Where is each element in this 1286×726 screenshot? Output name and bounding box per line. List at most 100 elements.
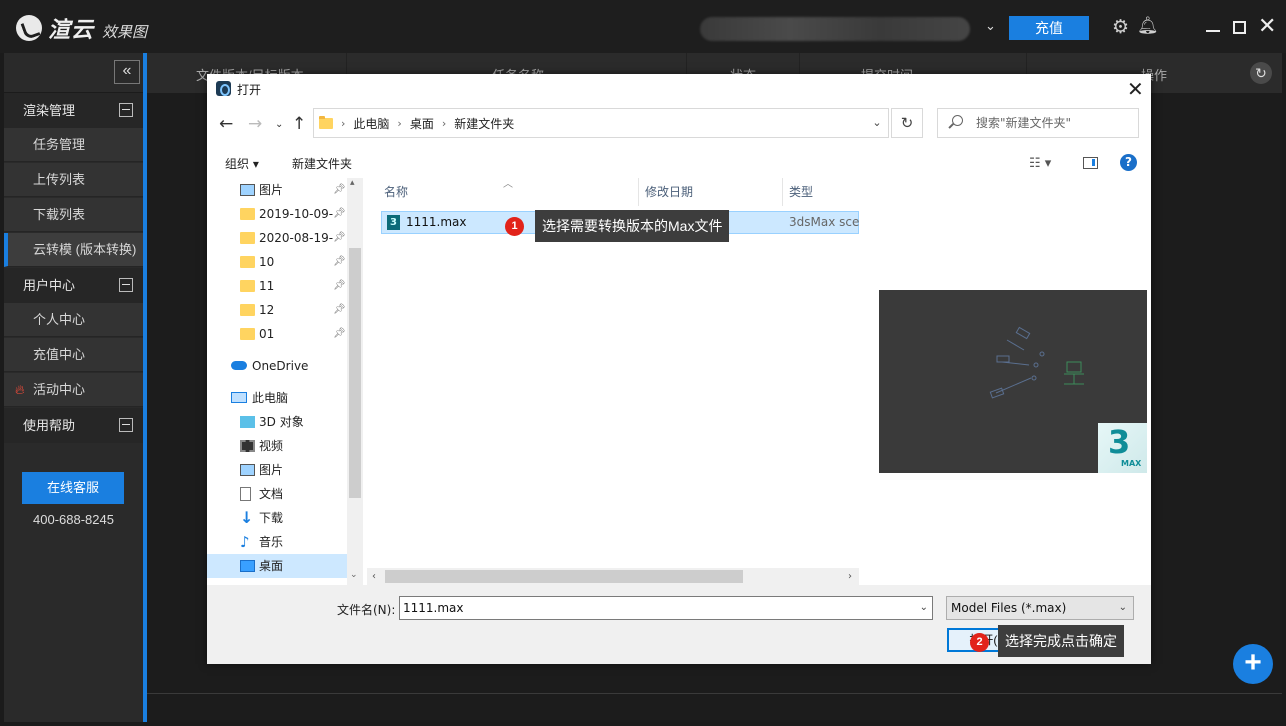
scrollbar-thumb[interactable] [349,248,361,498]
refresh-icon[interactable]: ↻ [1250,62,1272,84]
column-header-name[interactable]: 名称 [384,178,408,206]
tree-item-3d-objects[interactable]: 3D 对象 [207,410,347,434]
scroll-right-icon[interactable]: › [848,568,852,585]
sidebar-item-uploads[interactable]: 上传列表 [4,163,143,197]
back-arrow-icon[interactable]: ← [219,114,233,134]
tree-item-desktop[interactable]: 桌面 [207,554,347,578]
tree-item-folder[interactable]: 2020-08-19- 📌︎ [207,226,347,250]
preview-pane-icon[interactable] [1083,157,1098,169]
cloud-icon [231,361,247,370]
music-note-icon: ♪ [240,533,250,551]
tree-item-label: 10 [259,255,275,269]
collapse-group-icon[interactable] [119,278,133,292]
column-header-modified[interactable]: 修改日期 [645,178,693,206]
3dsmax-logo-icon: 3 MAX [1098,423,1147,473]
online-service-button[interactable]: 在线客服 [22,472,124,504]
address-bar[interactable]: › 此电脑 › 桌面 › 新建文件夹 ⌄ [313,108,889,138]
filename-input[interactable]: 1111.max ⌄ [399,596,933,620]
tree-item-videos[interactable]: 视频 [207,434,347,458]
tree-item-label: 图片 [259,463,284,477]
gear-icon[interactable]: ⚙ [1112,16,1129,39]
tree-item-folder[interactable]: 11 📌︎ [207,274,347,298]
sidebar: « 渲染管理 任务管理 上传列表 下载列表 云转模 (版本转换) 用户中心 个人… [4,53,143,722]
chevron-down-icon[interactable]: ⌄ [985,18,996,34]
dialog-title: 打开 [237,83,262,97]
tree-item-documents[interactable]: 文档 [207,482,347,506]
tree-item-folder[interactable]: 10 📌︎ [207,250,347,274]
tree-item-onedrive[interactable]: OneDrive [207,354,347,378]
desktop-icon [240,560,255,572]
tree-item-folder[interactable]: 01 📌︎ [207,322,347,346]
tree-item-folder[interactable]: 2019-10-09- 📌︎ [207,202,347,226]
horizontal-scrollbar[interactable]: ‹ › [367,568,859,585]
scroll-down-icon[interactable]: ⌄ [350,570,358,580]
minimize-icon[interactable] [1206,30,1220,32]
dialog-titlebar: 打开 ✕ [207,74,1151,104]
tree-item-label: 文档 [259,487,284,501]
search-input[interactable]: 搜索"新建文件夹" [937,108,1139,138]
sidebar-item-downloads[interactable]: 下载列表 [4,198,143,232]
app-icon [216,81,231,96]
breadcrumb-new-folder[interactable]: 新建文件夹 [454,115,514,132]
tree-item-pictures-quick[interactable]: 图片 📌︎ [207,178,347,202]
chevron-down-icon[interactable]: ⌄ [1119,597,1127,619]
app-logo: 渲云 效果图 [16,12,147,44]
column-header-type[interactable]: 类型 [789,178,813,206]
sidebar-item-activity[interactable]: 🔥︎ 活动中心 [4,373,143,407]
recharge-button[interactable]: 充值 [1009,16,1089,40]
forward-arrow-icon[interactable]: → [248,114,262,134]
tree-item-music[interactable]: ♪ 音乐 [207,530,347,554]
download-arrow-icon: ↓ [240,508,254,527]
breadcrumb-this-pc[interactable]: 此电脑 [353,115,389,132]
scrollbar-thumb[interactable] [385,570,743,583]
folder-icon [240,304,255,316]
breadcrumb-desktop[interactable]: 桌面 [410,115,434,132]
refresh-icon[interactable]: ↻ [891,108,923,138]
collapse-group-icon[interactable] [119,103,133,117]
new-folder-button[interactable]: 新建文件夹 [292,155,352,172]
support-phone: 400-688-8245 [33,512,114,527]
close-icon[interactable]: ✕ [1258,15,1276,37]
sidebar-item-tasks[interactable]: 任务管理 [4,128,143,162]
close-icon[interactable]: ✕ [1127,77,1144,101]
file-name: 1111.max [406,215,467,229]
chevron-down-icon[interactable]: ⌄ [920,597,928,619]
chevron-down-icon[interactable]: ⌄ [866,109,888,137]
sidebar-item-profile[interactable]: 个人中心 [4,303,143,337]
tree-item-this-pc[interactable]: 此电脑 [207,386,347,410]
tree-scrollbar[interactable]: ▴ ⌄ [347,178,363,585]
tree-item-label: 2020-08-19- [259,231,334,245]
add-task-button[interactable]: + [1233,644,1273,684]
maximize-icon[interactable] [1233,21,1246,34]
search-placeholder: 搜索"新建文件夹" [976,116,1072,130]
up-arrow-icon[interactable]: ↑ [292,114,306,134]
sidebar-group-label: 渲染管理 [23,103,76,118]
file-type-select[interactable]: Model Files (*.max) ⌄ [946,596,1134,620]
sidebar-item-cloud-convert[interactable]: 云转模 (版本转换) [4,233,143,267]
collapse-sidebar-icon[interactable]: « [114,60,140,84]
scroll-left-icon[interactable]: ‹ [372,568,376,585]
tree-item-label: 11 [259,279,275,293]
chevron-right-icon: › [397,116,402,130]
help-icon[interactable]: ? [1120,154,1137,171]
sidebar-group-help[interactable]: 使用帮助 [4,408,143,443]
bell-icon[interactable]: 🔔︎ [1137,16,1159,36]
sidebar-group-render[interactable]: 渲染管理 [4,93,143,128]
recent-locations-icon[interactable]: ⌄ [275,119,283,130]
open-file-dialog: 打开 ✕ ← → ⌄ ↑ › 此电脑 › 桌面 › 新建文件夹 ⌄ ↻ 搜索"新… [207,74,1151,664]
user-account-blurred[interactable] [700,17,970,41]
folder-icon [240,232,255,244]
organize-button[interactable]: 组织 ▾ [225,155,259,172]
brand-subtitle: 效果图 [102,23,148,41]
pin-icon: 📌︎ [333,232,346,243]
step-callout-1: 选择需要转换版本的Max文件 [535,210,730,242]
tree-item-pictures[interactable]: 图片 [207,458,347,482]
tree-item-downloads[interactable]: ↓ 下载 [207,506,347,530]
sidebar-item-recharge[interactable]: 充值中心 [4,338,143,372]
tree-item-folder[interactable]: 12 📌︎ [207,298,347,322]
tree-item-label: 3D 对象 [259,415,304,429]
collapse-group-icon[interactable] [119,418,133,432]
view-options-icon[interactable]: ☷ ▾ [1029,156,1051,171]
scroll-up-icon[interactable]: ▴ [350,178,355,188]
sidebar-group-user[interactable]: 用户中心 [4,268,143,303]
